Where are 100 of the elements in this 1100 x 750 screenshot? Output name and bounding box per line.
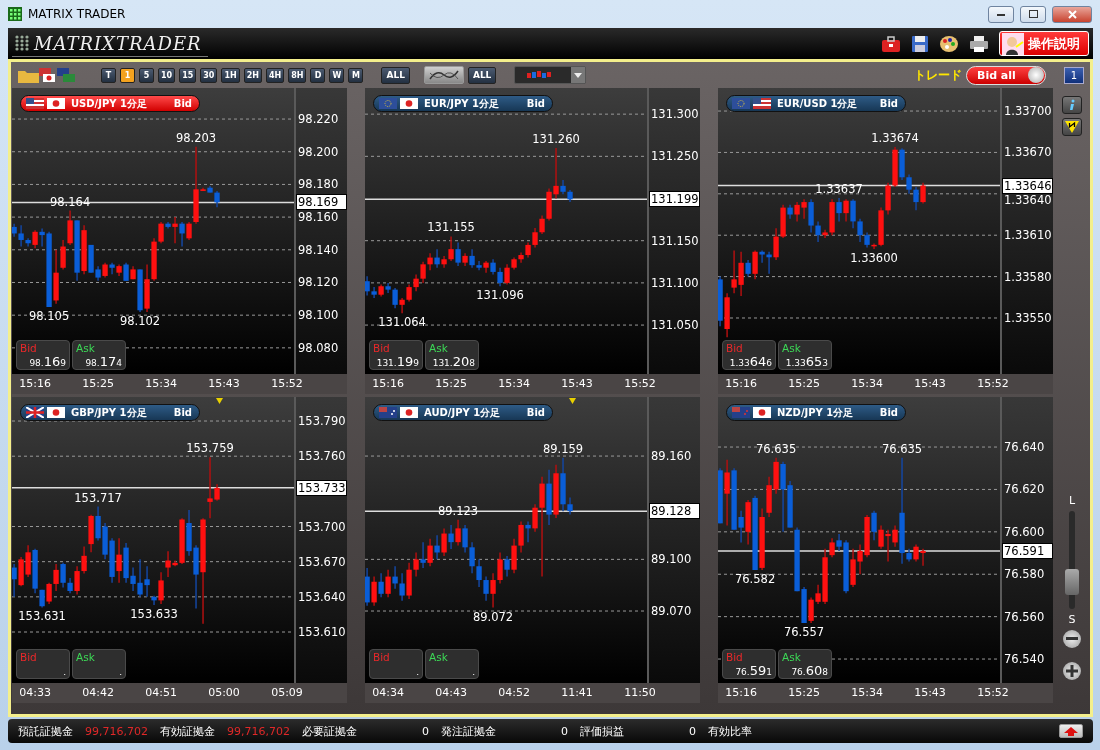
bid-quote[interactable]: Bid 131.199 bbox=[369, 340, 423, 370]
bid-quote[interactable]: Bid . bbox=[16, 649, 70, 679]
current-price: 98.169 bbox=[296, 194, 347, 211]
axis-tick: 98.120 bbox=[298, 275, 339, 290]
status-value: 0 bbox=[420, 724, 429, 738]
time-label: 05:00 bbox=[208, 686, 240, 699]
layout-button[interactable]: 1 bbox=[1064, 66, 1084, 84]
price-annotation: 131.064 bbox=[378, 314, 426, 332]
ask-quote[interactable]: Ask . bbox=[425, 649, 479, 679]
period-button[interactable]: W bbox=[329, 67, 345, 83]
axis-tick: 76.620 bbox=[1004, 482, 1045, 497]
price-annotation: 153.759 bbox=[186, 440, 234, 458]
pair-tab[interactable]: USD/JPY 1分足 Bid bbox=[20, 95, 200, 112]
period-button[interactable]: T bbox=[101, 67, 116, 83]
time-label: 05:09 bbox=[271, 686, 303, 699]
quote-label: Ask bbox=[76, 342, 96, 354]
scale-small-label: S bbox=[1068, 613, 1076, 626]
price-annotation: 1.33674 bbox=[871, 129, 919, 147]
time-label: 11:50 bbox=[624, 686, 656, 699]
period-button[interactable]: M bbox=[348, 67, 364, 83]
axis-tick: 98.160 bbox=[298, 210, 339, 225]
bid-quote[interactable]: Bid . bbox=[369, 649, 423, 679]
axis-tick: 98.140 bbox=[298, 242, 339, 257]
axis-tick: 153.670 bbox=[298, 554, 346, 569]
axis-tick: 89.100 bbox=[651, 552, 692, 567]
period-button[interactable]: 2H bbox=[243, 67, 262, 83]
period-all-button[interactable]: ALL bbox=[381, 66, 410, 84]
axis-tick: 1.33670 bbox=[1004, 145, 1052, 160]
bid-quote[interactable]: Bid 76.591 bbox=[722, 649, 776, 679]
app-logo: MATRIXTRADER bbox=[12, 30, 208, 57]
ask-quote[interactable]: Ask 76.608 bbox=[778, 649, 832, 679]
status-label: 評価損益 bbox=[579, 723, 624, 739]
quote-label: Bid bbox=[373, 651, 391, 663]
ask-quote[interactable]: Ask 131.208 bbox=[425, 340, 479, 370]
axis-tick: 1.33640 bbox=[1004, 192, 1052, 207]
period-button[interactable]: 1H bbox=[221, 67, 240, 83]
current-price: 153.733 bbox=[296, 479, 347, 496]
time-label: 04:52 bbox=[498, 686, 530, 699]
price-annotation: 153.633 bbox=[130, 606, 178, 624]
price-annotation: 131.155 bbox=[427, 219, 475, 237]
axis-tick: 131.300 bbox=[651, 107, 699, 122]
pair-tab[interactable]: EUR/USD 1分足 Bid bbox=[726, 95, 906, 112]
price-annotation: 1.33600 bbox=[850, 250, 898, 267]
trade-label: トレード bbox=[914, 66, 962, 84]
bid-quote[interactable]: Bid 1.33646 bbox=[722, 340, 776, 370]
pair-tab[interactable]: NZD/JPY 1分足 Bid bbox=[726, 404, 906, 421]
time-label: 15:16 bbox=[19, 377, 51, 390]
axis-tick: 131.050 bbox=[651, 318, 699, 333]
time-label: 15:34 bbox=[851, 686, 883, 699]
quote-price: 1.33646 bbox=[729, 354, 772, 369]
scale-large-label: L bbox=[1068, 494, 1076, 507]
help-button[interactable]: 操作説明 bbox=[999, 31, 1089, 56]
status-label: 有効証拠金 bbox=[160, 723, 215, 739]
time-label: 04:51 bbox=[145, 686, 177, 699]
axis-tick: 76.640 bbox=[1004, 440, 1045, 455]
bid-quote[interactable]: Bid 98.169 bbox=[16, 340, 70, 370]
time-label: 15:16 bbox=[372, 377, 404, 390]
quote-price: . bbox=[472, 667, 475, 677]
period-button[interactable]: D bbox=[310, 67, 326, 83]
time-label: 15:43 bbox=[561, 377, 593, 390]
quote-price: . bbox=[119, 667, 122, 677]
indicator-all-button[interactable]: ALL bbox=[467, 66, 497, 84]
ask-quote[interactable]: Ask . bbox=[72, 649, 126, 679]
time-label: 15:43 bbox=[914, 377, 946, 390]
time-label: 15:43 bbox=[208, 377, 240, 390]
price-annotation: 131.096 bbox=[476, 287, 524, 305]
quote-label: Ask bbox=[429, 651, 449, 663]
axis-tick: 98.100 bbox=[298, 308, 339, 323]
bid-all-toggle[interactable]: Bid all bbox=[966, 65, 1046, 85]
axis-tick: 76.600 bbox=[1004, 524, 1045, 539]
time-label: 04:42 bbox=[82, 686, 114, 699]
time-label: 15:52 bbox=[977, 686, 1009, 699]
price-annotation: 76.635 bbox=[755, 440, 797, 458]
ask-quote[interactable]: Ask 98.174 bbox=[72, 340, 126, 370]
quote-label: Bid bbox=[373, 342, 391, 354]
quote-label: Ask bbox=[429, 342, 449, 354]
period-button[interactable]: 10 bbox=[158, 67, 176, 83]
quote-price: . bbox=[63, 667, 66, 677]
period-button[interactable]: 8H bbox=[288, 67, 307, 83]
period-button[interactable]: 4H bbox=[265, 67, 285, 83]
pair-tab[interactable]: EUR/JPY 1分足 Bid bbox=[373, 95, 553, 112]
price-annotation: 98.203 bbox=[175, 129, 217, 147]
pair-tab[interactable]: AUD/JPY 1分足 Bid bbox=[373, 404, 553, 421]
time-label: 15:52 bbox=[271, 377, 303, 390]
period-button[interactable]: 30 bbox=[200, 67, 218, 83]
price-annotation: 76.635 bbox=[881, 440, 923, 458]
time-label: 04:33 bbox=[19, 686, 51, 699]
axis-tick: 1.33550 bbox=[1004, 311, 1052, 325]
window-title: MATRIX TRADER bbox=[28, 7, 127, 21]
price-annotation: 89.072 bbox=[472, 608, 514, 626]
current-price: 131.199 bbox=[649, 191, 700, 208]
status-value: 0 bbox=[559, 724, 568, 738]
time-label: 11:41 bbox=[561, 686, 593, 699]
quote-label: Bid bbox=[20, 651, 38, 663]
quote-price: . bbox=[416, 667, 419, 677]
period-button[interactable]: 5 bbox=[139, 67, 154, 83]
ask-quote[interactable]: Ask 1.3365 3 bbox=[778, 340, 832, 370]
pair-tab[interactable]: GBP/JPY 1分足 Bid bbox=[20, 404, 200, 421]
axis-tick: 76.540 bbox=[1004, 652, 1045, 667]
period-button[interactable]: 15 bbox=[179, 67, 197, 83]
